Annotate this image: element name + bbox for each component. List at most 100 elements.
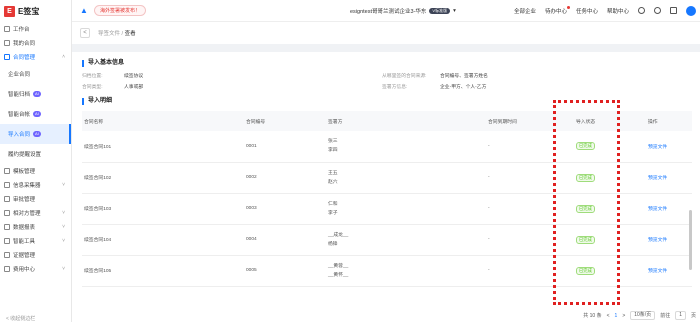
sidebar-item[interactable]: 审批管理 — [0, 192, 71, 206]
logo-mark: E — [4, 5, 15, 17]
header-nav: 全部企业 待办中心 任务中心 帮助中心 — [514, 5, 696, 16]
sidebar-item[interactable]: 数据报表 ˅ — [0, 220, 71, 234]
nav-todo[interactable]: 待办中心 — [545, 5, 570, 15]
prev-page-button[interactable]: < — [607, 313, 610, 319]
chevron-down-icon: ˅ — [62, 266, 65, 272]
sidebar-item[interactable]: 导入合同 AI — [0, 124, 71, 144]
cell-expire: - — [488, 237, 490, 242]
sidebar-item-label: 工作台 — [13, 27, 30, 33]
cell-contract-no: 0005 — [246, 268, 257, 273]
logo-text: E签宝 — [18, 6, 40, 16]
table-row: 续签合同105 0005 __黄蓉__ __黄怀__ - 已完成 预览文件 — [82, 255, 692, 286]
sidebar-item[interactable]: 工作台 — [0, 22, 71, 36]
collapse-sidebar-button[interactable]: < 收起侧边栏 — [6, 315, 35, 322]
preview-file-link[interactable]: 预览文件 — [648, 238, 667, 243]
chevron-down-icon: ˅ — [62, 182, 65, 188]
sidebar-item[interactable]: 智能工具 ˅ — [0, 234, 71, 248]
sidebar-item-label: 智能工具 — [13, 239, 36, 245]
ai-badge: AI — [33, 111, 41, 117]
sidebar-item-label: 企业合同 — [8, 72, 31, 78]
status-badge: 已完成 — [576, 235, 595, 244]
sidebar-item[interactable]: 智能归档 AI — [0, 84, 71, 104]
signer-name: 仁和 — [328, 201, 338, 207]
partner-icon — [4, 210, 10, 216]
top-header: ▲ 海外签署被发布！ esigntest哥哥兰测试企业3-华东 V标准版 ▾ 全… — [72, 0, 700, 22]
table-header-row: 合同名称 合同编号 签署方 合同到期时间 导入状态 操作 — [82, 111, 692, 131]
goto-label: 前往 — [660, 313, 671, 319]
nav-tasks[interactable]: 任务中心 — [576, 7, 598, 15]
table-scrollbar[interactable] — [689, 210, 692, 270]
cell-contract-no: 0004 — [246, 237, 257, 242]
sidebar-item[interactable]: 合同管理 ˄ — [0, 50, 71, 64]
pagination: 共 10 条 < 1 > 10条/页 前往 1 页 — [583, 311, 696, 320]
signer-name: 李子 — [328, 210, 338, 216]
chevron-down-icon: ˅ — [62, 224, 65, 230]
tool-icon — [4, 238, 10, 244]
breadcrumb-parent[interactable]: 导签文件 — [98, 31, 120, 37]
preview-file-link[interactable]: 预览文件 — [648, 145, 667, 150]
signer-name: __黄蓉__ — [328, 263, 349, 269]
page-number[interactable]: 1 — [615, 313, 618, 319]
cell-contract-name: 续签合同104 — [84, 238, 112, 243]
status-badge: 已完成 — [576, 266, 595, 275]
sidebar-item[interactable]: 证据管理 — [0, 248, 71, 262]
ai-badge: AI — [33, 131, 41, 137]
sidebar-item[interactable]: 模板管理 — [0, 164, 71, 178]
table-row: 续签合同101 0001 张三 李四 - 已完成 预览文件 — [82, 131, 692, 162]
org-switcher[interactable]: esigntest哥哥兰测试企业3-华东 V标准版 ▾ — [350, 7, 456, 15]
avatar[interactable] — [686, 5, 696, 16]
sidebar-item[interactable]: 我的合同 — [0, 36, 71, 50]
sidebar-item-label: 审批管理 — [13, 197, 36, 203]
globe-icon[interactable] — [654, 7, 661, 14]
sidebar-item[interactable]: 履约提醒设置 — [0, 144, 71, 164]
chevron-down-icon: ˅ — [62, 238, 65, 244]
evidence-icon — [4, 252, 10, 258]
page-size-select[interactable]: 10条/页 — [630, 311, 656, 320]
cell-contract-name: 续签合同102 — [84, 176, 112, 181]
table-row: 续签合同104 0004 __成龙__ 杨锋 - 已完成 预览文件 — [82, 224, 692, 255]
goto-input[interactable]: 1 — [675, 311, 686, 320]
preview-file-link[interactable]: 预览文件 — [648, 269, 667, 274]
back-button[interactable]: < — [80, 28, 90, 38]
message-icon[interactable] — [670, 7, 677, 14]
pager-total: 共 10 条 — [583, 313, 602, 319]
cell-contract-name: 续签合同105 — [84, 269, 112, 274]
sidebar-item[interactable]: 相对方管理 ˅ — [0, 206, 71, 220]
org-name: esigntest哥哥兰测试企业3-华东 — [350, 8, 427, 15]
cell-expire: - — [488, 143, 490, 149]
info-field: 合同类型: 人事或部 — [82, 85, 144, 90]
main-content: 导入基本信息 归档位置: 续签协议 从哪里签的合同来源: 合同编号、签署方姓名 合同… — [72, 52, 700, 322]
promo-banner[interactable]: 海外签署被发布！ — [94, 5, 147, 16]
table-row: 续签合同102 0002 王五 赵六 - 已完成 预览文件 — [82, 162, 692, 193]
import-detail-title: 导入明细 — [82, 98, 688, 105]
sidebar-item[interactable]: 企业合同 — [0, 64, 71, 84]
sidebar-item[interactable]: 费用中心 ˅ — [0, 262, 71, 276]
report-icon — [4, 224, 10, 230]
info-field: 签署方信息: 企业-甲方、个人-乙方 — [382, 85, 487, 90]
cell-contract-no: 0002 — [246, 175, 257, 180]
table-row: 续签合同103 0003 仁和 李子 - 已完成 预览文件 — [82, 193, 692, 224]
col-contract-name: 合同名称 — [84, 119, 104, 125]
cell-actions: 预览文件 — [646, 131, 692, 162]
chevron-down-icon: ˅ — [62, 210, 65, 216]
cell-status: 已完成 — [574, 162, 646, 193]
cell-actions: 预览文件 — [646, 255, 692, 286]
preview-file-link[interactable]: 预览文件 — [648, 176, 667, 181]
brand-logo[interactable]: E E签宝 — [0, 0, 71, 22]
basic-info-grid: 归档位置: 续签协议 从哪里签的合同来源: 合同编号、签署方姓名 合同类型: 人事或部… — [82, 72, 688, 90]
sidebar-item-label: 合同管理 — [13, 55, 36, 61]
next-page-button[interactable]: > — [622, 313, 625, 319]
bell-icon[interactable] — [638, 7, 645, 14]
all-orgs-link[interactable]: 全部企业 — [514, 7, 536, 15]
preview-file-link[interactable]: 预览文件 — [648, 207, 667, 212]
sidebar-item[interactable]: 信息采集器 ˅ — [0, 178, 71, 192]
cell-status: 已完成 — [574, 131, 646, 162]
col-actions: 操作 — [648, 119, 658, 125]
nav-help[interactable]: 帮助中心 — [607, 7, 629, 15]
cell-status: 已完成 — [574, 255, 646, 286]
approve-icon — [4, 196, 10, 202]
status-badge: 已完成 — [576, 173, 595, 182]
sidebar-item-label: 费用中心 — [13, 267, 36, 273]
sidebar-item[interactable]: 智能台帐 AI — [0, 104, 71, 124]
fee-icon — [4, 266, 10, 272]
